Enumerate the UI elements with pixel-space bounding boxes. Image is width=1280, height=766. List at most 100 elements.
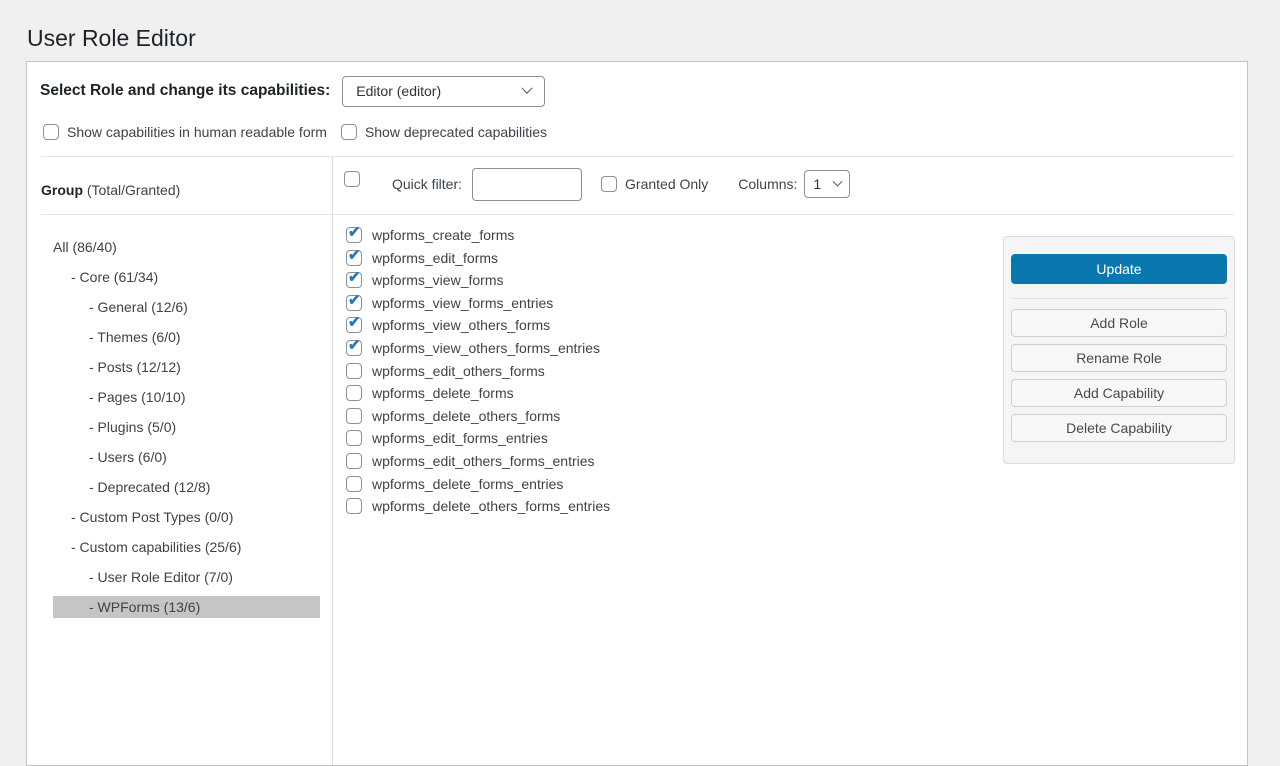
- capability-row[interactable]: wpforms_edit_forms: [346, 250, 833, 266]
- capability-label: wpforms_create_forms: [372, 227, 514, 243]
- update-button[interactable]: Update: [1011, 254, 1227, 284]
- capability-label: wpforms_edit_forms_entries: [372, 430, 548, 446]
- group-tree-item[interactable]: - Posts (12/12): [53, 356, 320, 378]
- capability-row[interactable]: wpforms_view_others_forms: [346, 317, 833, 333]
- group-header-title: Group: [41, 182, 83, 198]
- capability-row[interactable]: wpforms_delete_forms_entries: [346, 476, 833, 492]
- group-tree-item[interactable]: - Themes (6/0): [53, 326, 320, 348]
- group-tree-item[interactable]: - Custom capabilities (25/6): [53, 536, 320, 558]
- capability-checkbox[interactable]: [346, 385, 362, 401]
- group-tree-item-label: - General (12/6): [89, 299, 188, 315]
- role-select-label: Select Role and change its capabilities:: [40, 82, 330, 100]
- group-tree-item-label: - Plugins (5/0): [89, 419, 176, 435]
- capability-row[interactable]: wpforms_create_forms: [346, 227, 833, 243]
- capability-checkbox[interactable]: [346, 430, 362, 446]
- group-tree-item-label: - Users (6/0): [89, 449, 167, 465]
- capability-row[interactable]: wpforms_view_forms_entries: [346, 295, 833, 311]
- group-tree-item[interactable]: - Core (61/34): [53, 266, 320, 288]
- deprecated-checkbox[interactable]: [341, 124, 357, 140]
- user-role-editor-panel: Select Role and change its capabilities:…: [26, 61, 1248, 766]
- capability-checkbox[interactable]: [346, 317, 362, 333]
- human-readable-option[interactable]: Show capabilities in human readable form: [43, 124, 327, 140]
- human-readable-label: Show capabilities in human readable form: [67, 124, 327, 140]
- capability-checkbox[interactable]: [346, 227, 362, 243]
- group-tree-item[interactable]: All (86/40): [53, 236, 320, 258]
- group-tree-item-label: - Core (61/34): [71, 269, 158, 285]
- select-all-checkbox[interactable]: [344, 171, 360, 187]
- capability-label: wpforms_delete_forms: [372, 385, 514, 401]
- capability-label: wpforms_view_others_forms_entries: [372, 340, 600, 356]
- quick-filter-label: Quick filter:: [392, 176, 462, 192]
- capability-checkbox[interactable]: [346, 476, 362, 492]
- group-tree-item[interactable]: - Deprecated (12/8): [53, 476, 320, 498]
- columns-label: Columns:: [738, 176, 797, 192]
- divider: [41, 156, 1234, 157]
- capability-label: wpforms_edit_others_forms: [372, 363, 545, 379]
- group-tree-item[interactable]: - Users (6/0): [53, 446, 320, 468]
- group-header-subtitle: (Total/Granted): [87, 182, 180, 198]
- group-tree-item-label: - Pages (10/10): [89, 389, 186, 405]
- rename-role-button[interactable]: Rename Role: [1011, 344, 1227, 372]
- group-tree-item-label: - WPForms (13/6): [89, 599, 200, 615]
- columns-select[interactable]: 1: [804, 170, 850, 198]
- capability-label: wpforms_edit_forms: [372, 250, 498, 266]
- capability-label: wpforms_view_forms: [372, 272, 503, 288]
- options-row: Show capabilities in human readable form…: [43, 122, 547, 142]
- deprecated-option[interactable]: Show deprecated capabilities: [341, 124, 547, 140]
- filter-bar: Quick filter: Granted Only Columns: 1: [344, 166, 1227, 202]
- group-tree-item-label: - User Role Editor (7/0): [89, 569, 233, 585]
- capability-checkbox[interactable]: [346, 408, 362, 424]
- delete-capability-button[interactable]: Delete Capability: [1011, 414, 1227, 442]
- granted-only-option[interactable]: Granted Only: [601, 176, 708, 192]
- group-tree-item[interactable]: - WPForms (13/6): [53, 596, 320, 618]
- capability-row[interactable]: wpforms_edit_forms_entries: [346, 430, 833, 446]
- capability-label: wpforms_edit_others_forms_entries: [372, 453, 595, 469]
- group-tree-item-label: - Deprecated (12/8): [89, 479, 210, 495]
- capability-checkbox[interactable]: [346, 340, 362, 356]
- group-tree: All (86/40) - Core (61/34) - General (12…: [27, 214, 332, 618]
- group-tree-item-label: All (86/40): [53, 239, 117, 255]
- chevron-down-icon: [522, 83, 533, 94]
- capability-label: wpforms_delete_others_forms: [372, 408, 560, 424]
- capability-row[interactable]: wpforms_view_forms: [346, 272, 833, 288]
- capability-label: wpforms_view_forms_entries: [372, 295, 553, 311]
- role-select[interactable]: Editor (editor): [342, 76, 545, 107]
- chevron-down-icon: [833, 176, 843, 186]
- capabilities-list: wpforms_create_forms wpforms_edit_forms …: [333, 214, 833, 521]
- capability-row[interactable]: wpforms_view_others_forms_entries: [346, 340, 833, 356]
- capability-row[interactable]: wpforms_delete_others_forms: [346, 408, 833, 424]
- divider: [1010, 298, 1228, 299]
- capability-checkbox[interactable]: [346, 250, 362, 266]
- add-capability-button[interactable]: Add Capability: [1011, 379, 1227, 407]
- group-tree-item-label: - Custom Post Types (0/0): [71, 509, 233, 525]
- capability-row[interactable]: wpforms_edit_others_forms: [346, 363, 833, 379]
- capability-row[interactable]: wpforms_delete_others_forms_entries: [346, 498, 833, 514]
- capability-row[interactable]: wpforms_delete_forms: [346, 385, 833, 401]
- capability-row[interactable]: wpforms_edit_others_forms_entries: [346, 453, 833, 469]
- group-tree-item[interactable]: - Plugins (5/0): [53, 416, 320, 438]
- group-tree-item[interactable]: - Pages (10/10): [53, 386, 320, 408]
- role-selection-row: Select Role and change its capabilities:…: [40, 75, 545, 107]
- deprecated-label: Show deprecated capabilities: [365, 124, 547, 140]
- capability-checkbox[interactable]: [346, 295, 362, 311]
- group-tree-item[interactable]: - Custom Post Types (0/0): [53, 506, 320, 528]
- capability-checkbox[interactable]: [346, 498, 362, 514]
- capability-checkbox[interactable]: [346, 363, 362, 379]
- columns-select-value: 1: [813, 176, 821, 192]
- capability-label: wpforms_delete_others_forms_entries: [372, 498, 610, 514]
- add-role-button[interactable]: Add Role: [1011, 309, 1227, 337]
- group-tree-item[interactable]: - User Role Editor (7/0): [53, 566, 320, 588]
- quick-filter-input[interactable]: [472, 168, 582, 201]
- role-select-value: Editor (editor): [356, 83, 441, 99]
- capability-checkbox[interactable]: [346, 272, 362, 288]
- group-tree-item-label: - Posts (12/12): [89, 359, 181, 375]
- granted-only-checkbox[interactable]: [601, 176, 617, 192]
- capability-label: wpforms_delete_forms_entries: [372, 476, 563, 492]
- group-tree-item[interactable]: - General (12/6): [53, 296, 320, 318]
- human-readable-checkbox[interactable]: [43, 124, 59, 140]
- group-header: Group (Total/Granted): [41, 182, 180, 198]
- group-tree-item-label: - Custom capabilities (25/6): [71, 539, 241, 555]
- capability-checkbox[interactable]: [346, 453, 362, 469]
- actions-panel: Update Add Role Rename Role Add Capabili…: [1003, 236, 1235, 464]
- group-tree-item-label: - Themes (6/0): [89, 329, 181, 345]
